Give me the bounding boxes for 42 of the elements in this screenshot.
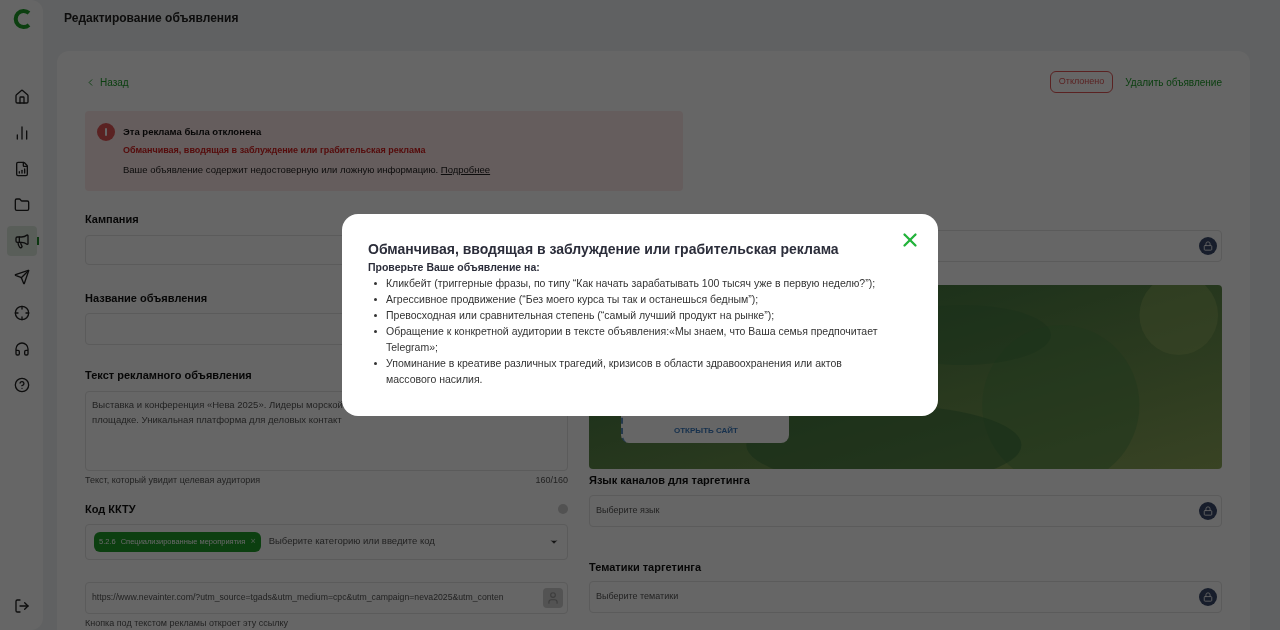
- logout-icon[interactable]: [13, 598, 30, 614]
- megaphone-icon[interactable]: [6, 226, 37, 256]
- page-title: Редактирование объявления: [64, 9, 239, 27]
- topics-select[interactable]: Выберите тематики: [589, 581, 1222, 613]
- field-label: Язык каналов для таргетинга: [589, 473, 751, 488]
- more-link[interactable]: Подробнее: [440, 163, 491, 175]
- back-link[interactable]: Назад: [85, 74, 129, 90]
- user-icon: [543, 587, 563, 608]
- dialog-subtitle: Проверьте Ваше объявление на:: [368, 260, 541, 275]
- language-select[interactable]: Выберите язык: [589, 494, 1222, 527]
- char-counter: 160/160: [535, 473, 568, 487]
- bullet-icon: [374, 282, 377, 285]
- field-label: Название объявления: [85, 290, 208, 306]
- url-field[interactable]: https://www.nevainter.com/?utm_source=tgads&utm_medium=cpc&utm_campaign=neva2025&utm_conten: [85, 581, 568, 614]
- alert-title: Эта реклама была отклонена: [123, 125, 263, 139]
- bullet-icon: [374, 362, 377, 365]
- select-placeholder: Выберите категорию или введите код: [268, 534, 435, 549]
- field-label: Текст рекламного объявления: [85, 368, 252, 383]
- lock-icon: [1199, 588, 1217, 606]
- checklist-item: Превосходная или сравнительная степень (“самый лучший продукт на рынке”);: [386, 308, 775, 323]
- status-badge: Отклонено: [1049, 71, 1114, 93]
- dialog-title: Обманчивая, вводящая в заблуждение или грабительская реклама: [368, 240, 840, 258]
- checklist-item: Упоминание в креативе различных трагедий, кризисов в области здравоохранения или актов массового насилия.: [386, 356, 843, 387]
- delete-link[interactable]: Удалить объявление: [1125, 74, 1222, 90]
- field-label: Кампания: [85, 212, 139, 227]
- checklist-item: Кликбейт (триггерные фразы, по типу “Как начать зарабатывать 100 тысяч уже в первую неделю?”);: [386, 276, 876, 291]
- lock-icon: [1199, 501, 1217, 520]
- alert-message: Ваше объявление содержит недостоверную или ложную информацию. Подробнее: [123, 162, 491, 177]
- bullet-icon: [374, 330, 377, 333]
- field-label: Тематики таргетинга: [589, 559, 703, 575]
- alert-reason: Обманчивая, вводящая в заблуждение или грабительская реклама: [123, 144, 427, 158]
- hint-text: Кнопка под текстом рекламы откроет эту ссылку: [85, 616, 289, 630]
- bullet-icon: [374, 314, 377, 317]
- lock-icon: [1199, 237, 1217, 255]
- field-label: Код ККТУ: [85, 502, 136, 517]
- warning-icon: [97, 123, 115, 141]
- hint-text: Текст, который увидит целевая аудитория: [85, 473, 261, 487]
- checklist-item: Агрессивное продвижение (“Без моего курса ты так и останешься бедным”);: [386, 292, 759, 307]
- bullet-icon: [374, 298, 377, 301]
- open-site-button[interactable]: ОТКРЫТЬ САЙТ: [674, 425, 738, 437]
- checklist-item: Обращение к конкретной аудитории в тексте объявления:«Мы знаем, что Ваша семья предпочитает Telegram»;: [386, 324, 879, 355]
- tag-remove-button[interactable]: ×: [250, 534, 256, 549]
